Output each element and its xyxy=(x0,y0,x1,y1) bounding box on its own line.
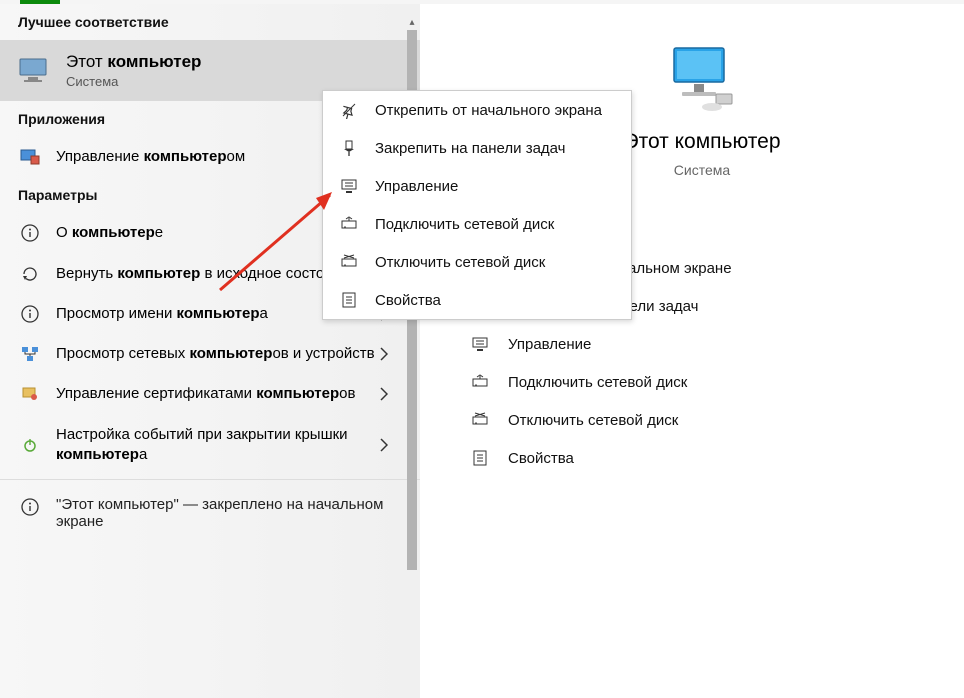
preview-action[interactable]: Управление xyxy=(470,325,964,363)
power-icon xyxy=(18,436,42,454)
disconnect-drive-icon xyxy=(339,253,359,271)
map-drive-icon xyxy=(470,373,490,391)
settings-result[interactable]: Настройка событий при закрытии крышки ко… xyxy=(0,415,420,476)
network-icon xyxy=(18,345,42,363)
preview-action[interactable]: Подключить сетевой диск xyxy=(470,363,964,401)
cert-icon xyxy=(18,385,42,403)
manage-computer-icon xyxy=(18,147,42,167)
properties-icon xyxy=(470,449,490,467)
settings-result-label: Просмотр сетевых компьютеров и устройств xyxy=(56,344,397,364)
settings-result-label: Просмотр имени компьютера xyxy=(56,304,290,324)
this-pc-icon xyxy=(18,57,52,85)
chevron-right-icon[interactable] xyxy=(380,347,388,361)
preview-action[interactable]: Свойства xyxy=(470,439,964,477)
menu-item-label: Свойства xyxy=(375,292,441,309)
info-icon xyxy=(18,224,42,242)
footnote-text: "Этот компьютер" — закреплено на начальн… xyxy=(56,496,402,530)
context-menu-item[interactable]: Управление xyxy=(323,167,631,205)
scroll-up-icon[interactable]: ▴ xyxy=(406,18,418,28)
settings-result[interactable]: Просмотр сетевых компьютеров и устройств xyxy=(0,334,420,374)
menu-item-label: Управление xyxy=(375,178,458,195)
context-menu-item[interactable]: Свойства xyxy=(323,281,631,319)
properties-icon xyxy=(339,291,359,309)
menu-item-label: Отключить сетевой диск xyxy=(375,254,545,271)
context-menu-item[interactable]: Отключить сетевой диск xyxy=(323,243,631,281)
preview-action[interactable]: Отключить сетевой диск xyxy=(470,401,964,439)
pin-taskbar-icon xyxy=(339,139,359,157)
best-match-title: Этот компьютер xyxy=(66,52,201,72)
context-menu-item[interactable]: Закрепить на панели задач xyxy=(323,129,631,167)
info-icon xyxy=(18,305,42,323)
manage-icon xyxy=(339,177,359,195)
settings-result-label: Управление сертификатами компьютеров xyxy=(56,384,377,404)
preview-action-label: Подключить сетевой диск xyxy=(508,374,687,391)
preview-action-label: Управление xyxy=(508,336,591,353)
menu-item-label: Закрепить на панели задач xyxy=(375,140,566,157)
map-drive-icon xyxy=(339,215,359,233)
best-match-header: Лучшее соответствие xyxy=(0,4,420,40)
settings-result-label: О компьютере xyxy=(56,223,185,243)
context-menu: Открепить от начального экрана Закрепить … xyxy=(322,90,632,320)
manage-icon xyxy=(470,335,490,353)
menu-item-label: Подключить сетевой диск xyxy=(375,216,554,233)
pinned-footnote: "Этот компьютер" — закреплено на начальн… xyxy=(0,484,420,542)
disconnect-drive-icon xyxy=(470,411,490,429)
best-match-subtitle: Система xyxy=(66,74,201,89)
menu-item-label: Открепить от начального экрана xyxy=(375,102,602,119)
settings-result-label: Настройка событий при закрытии крышки ко… xyxy=(56,425,402,466)
context-menu-item[interactable]: Подключить сетевой диск xyxy=(323,205,631,243)
action-label: альном экране xyxy=(628,260,732,277)
reset-icon xyxy=(18,265,42,283)
settings-result[interactable]: Управление сертификатами компьютеров xyxy=(0,374,420,414)
preview-action-label: Отключить сетевой диск xyxy=(508,412,678,429)
info-icon xyxy=(18,498,42,516)
chevron-right-icon[interactable] xyxy=(380,438,388,452)
preview-action-label: Свойства xyxy=(508,450,574,467)
context-menu-item[interactable]: Открепить от начального экрана xyxy=(323,91,631,129)
app-result-label: Управление компьютером xyxy=(56,147,267,167)
chevron-right-icon[interactable] xyxy=(380,387,388,401)
unpin-icon xyxy=(339,101,359,119)
